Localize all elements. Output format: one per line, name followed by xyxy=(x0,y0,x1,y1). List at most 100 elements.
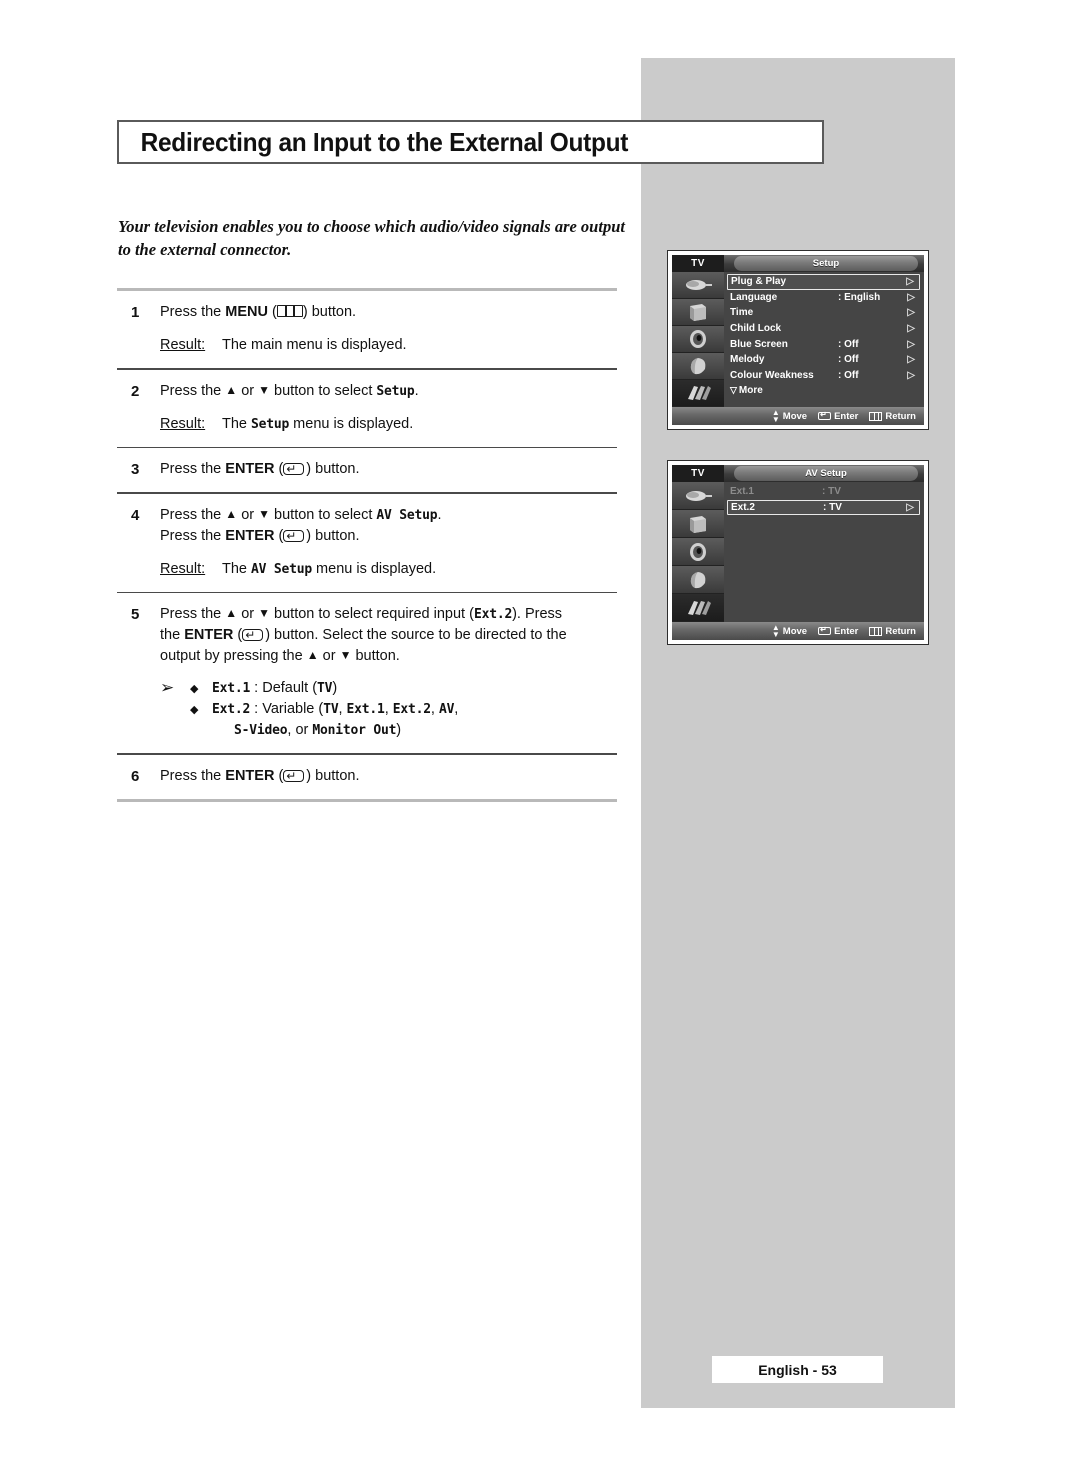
step-text-tail: ) button. xyxy=(306,461,360,477)
osd-menu-list: Plug & Play ▷ Language : English ▷ Time … xyxy=(727,274,920,405)
enter-icon: ↵ xyxy=(818,410,832,420)
arrow-down-icon: ▼ xyxy=(258,506,271,521)
step-body: Press the ▲ or ▼ button to select requir… xyxy=(160,604,617,741)
note-tail: , xyxy=(454,701,459,717)
rail-icon-picture[interactable] xyxy=(672,482,724,510)
osd-row-value: : TV xyxy=(822,486,841,498)
step-text: Press the xyxy=(160,382,226,399)
step-instruction-line2: the ENTER (↵) button. Select the source … xyxy=(160,627,567,643)
enter-icon: ↵ xyxy=(283,768,305,783)
osd-row-value: : English xyxy=(838,291,881,303)
result-line: Result: The main menu is displayed. xyxy=(160,335,617,356)
rail-icon-setup[interactable] xyxy=(672,380,724,407)
step-text: the xyxy=(160,627,185,643)
step-row: 3 Press the ENTER (↵) button. xyxy=(117,448,617,492)
step-instruction-line1: Press the ▲ or ▼ button to select AV Set… xyxy=(160,505,617,526)
enter-arrow-glyph: ↵ xyxy=(820,410,827,419)
menu-icon xyxy=(869,411,883,421)
page-title: Redirecting an Input to the External Out… xyxy=(117,120,824,164)
chevron-right-icon: ▷ xyxy=(907,323,915,335)
result-text-b: menu is displayed. xyxy=(289,415,414,432)
input-target-ext2: Ext.2 xyxy=(473,607,513,622)
picture-icon xyxy=(686,280,712,290)
osd-row-child-lock[interactable]: Child Lock ▷ xyxy=(727,321,920,337)
speaker-box-icon xyxy=(690,304,706,321)
chevron-right-icon: ▷ xyxy=(907,354,915,366)
enter-icon: ↵ xyxy=(283,462,305,476)
enter-icon: ↵ xyxy=(283,528,305,543)
rail-icon-channel[interactable] xyxy=(672,326,724,353)
step-text: Press the xyxy=(160,461,226,477)
result-label: Result: xyxy=(160,415,206,432)
step-row: 2 Press the ▲ or ▼ button to select Setu… xyxy=(117,370,617,447)
osd-row-colour-weakness[interactable]: Colour Weakness : Off ▷ xyxy=(727,368,920,384)
result-text-b: menu is displayed. xyxy=(312,560,437,577)
note-mono-tv: TV xyxy=(323,702,339,717)
result-text: The AV Setup menu is displayed. xyxy=(222,559,617,580)
osd-row-label: Ext.2 xyxy=(731,501,755,513)
hint-move: ▲ ▼ Move xyxy=(772,624,807,639)
osd-row-blue-screen[interactable]: Blue Screen : Off ▷ xyxy=(727,336,920,352)
osd-title: Setup xyxy=(734,256,918,271)
step-text-tail: ) button. xyxy=(306,767,360,784)
step-instruction-line3: output by pressing the ▲ or ▼ button. xyxy=(160,646,617,667)
osd-topbar: TV Setup xyxy=(672,255,924,272)
osd-hint-bar: ▲ ▼ Move ↵ Enter Return xyxy=(672,407,924,425)
osd-row-language[interactable]: Language : English ▷ xyxy=(727,290,920,306)
osd-row-melody[interactable]: Melody : Off ▷ xyxy=(727,352,920,368)
step-instruction-line2: Press the ENTER (↵) button. xyxy=(160,527,360,544)
chevron-right-icon: ▷ xyxy=(907,291,915,303)
osd-row-plug-and-play[interactable]: Plug & Play ▷ xyxy=(727,274,920,290)
step-row: 4 Press the ▲ or ▼ button to select AV S… xyxy=(117,494,617,592)
chevron-right-icon: ▷ xyxy=(907,307,915,319)
rail-icon-sound-box[interactable] xyxy=(672,299,724,326)
step-text: Press the xyxy=(160,506,226,523)
enter-icon: ↵ xyxy=(242,628,264,642)
arrow-up-icon: ▲ xyxy=(225,382,238,397)
osd-source-label: TV xyxy=(672,255,724,272)
result-label: Result: xyxy=(160,337,206,353)
enter-arrow-glyph: ↵ xyxy=(286,768,297,783)
step-number: 5 xyxy=(131,606,140,623)
osd-row-label: Blue Screen xyxy=(730,338,788,350)
note-separator: : xyxy=(250,680,263,696)
note-continuation: S-Video, or Monitor Out) xyxy=(160,720,617,741)
rail-icon-channel[interactable] xyxy=(672,538,724,566)
arrow-down-icon: ▼ xyxy=(258,382,271,397)
note-mono-ext2: Ext.2 xyxy=(212,702,251,717)
rail-icon-picture[interactable] xyxy=(672,272,724,299)
note-mono-ext2b: Ext.2 xyxy=(392,702,431,717)
osd-av-setup-menu: TV AV Setup Ext.1: TV Ext.2: TV ▷ ▲ ▼ … xyxy=(667,460,929,645)
osd-row-value: : Off xyxy=(838,338,859,350)
step-text: . xyxy=(414,382,419,399)
osd-row-more[interactable]: ▽ More xyxy=(727,383,920,399)
note-conjunction: , or xyxy=(287,722,313,738)
osd-row-ext2[interactable]: Ext.2 : TV ▷ xyxy=(727,499,920,516)
osd-row-value: : TV xyxy=(823,501,842,513)
rail-icon-sound-box[interactable] xyxy=(672,510,724,538)
note-list: ◆ Ext.1 : Default (TV) ◆ Ext.2 : Variabl… xyxy=(190,678,617,720)
chevron-right-icon: ▷ xyxy=(907,338,915,350)
step-text: or xyxy=(318,648,340,664)
step-number: 4 xyxy=(131,506,140,524)
note-item-text: Ext.1 : Default (TV) xyxy=(212,678,617,699)
page-footer: English - 53 xyxy=(712,1356,883,1383)
step-text: ). Press xyxy=(512,606,563,622)
enter-arrow-glyph: ↵ xyxy=(286,462,297,476)
osd-row-time[interactable]: Time ▷ xyxy=(727,305,920,321)
step-body: Press the ▲ or ▼ button to select Setup.… xyxy=(160,381,617,435)
rail-icon-feature[interactable] xyxy=(672,353,724,380)
note-plain: Variable ( xyxy=(262,701,324,717)
rail-icon-setup[interactable] xyxy=(672,594,724,622)
step-row: 1 Press the MENU () button. Result: The … xyxy=(117,291,617,368)
diamond-bullet-icon: ◆ xyxy=(190,703,199,716)
enter-arrow-glyph: ↵ xyxy=(286,528,297,543)
enter-button-label: ENTER xyxy=(225,527,275,544)
step-number: 1 xyxy=(131,304,140,321)
page-title-text: Redirecting an Input to the External Out… xyxy=(140,126,629,157)
step-body: Press the ▲ or ▼ button to select AV Set… xyxy=(160,505,617,580)
arrow-up-icon: ▲ xyxy=(225,606,238,620)
enter-button-label: ENTER xyxy=(184,627,234,643)
step-body: Press the ENTER (↵) button. xyxy=(160,766,617,787)
rail-icon-feature[interactable] xyxy=(672,566,724,594)
